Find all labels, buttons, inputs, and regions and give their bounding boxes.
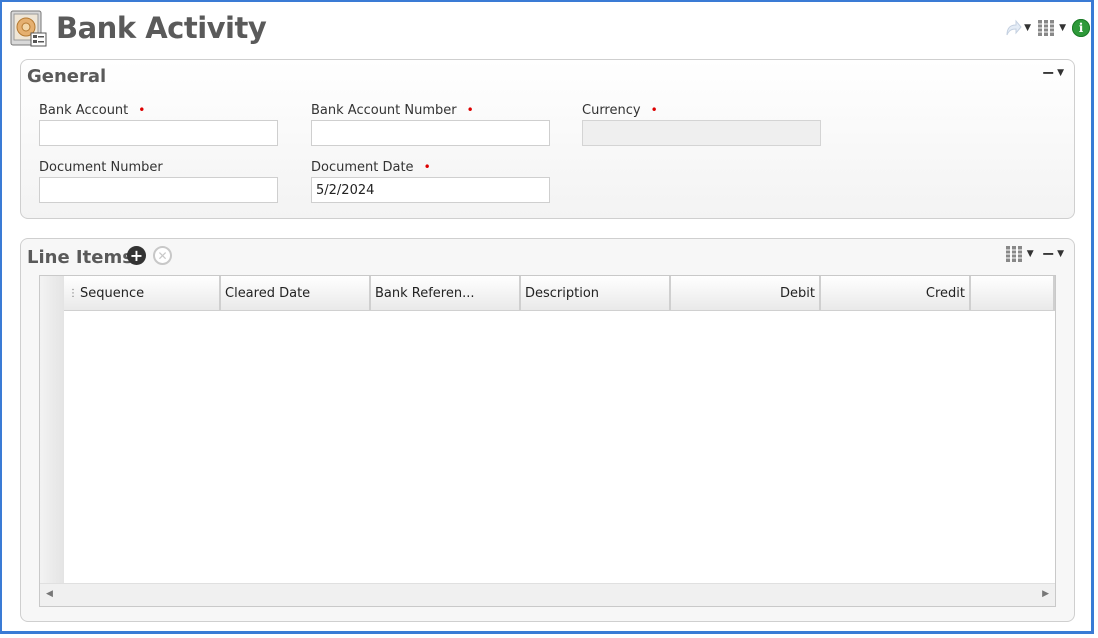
scroll-right-icon[interactable]: ▶ xyxy=(1042,589,1049,599)
bank-account-input[interactable] xyxy=(39,120,278,146)
bank-account-label: Bank Account • xyxy=(39,103,146,118)
line-items-tools: ▼ − ▼ xyxy=(1005,245,1064,263)
required-marker: • xyxy=(423,160,431,174)
horizontal-scrollbar[interactable]: ◀ ▶ xyxy=(40,583,1055,606)
columns-menu-button[interactable]: ▼ xyxy=(1037,19,1066,37)
chevron-down-icon: ▼ xyxy=(1026,249,1034,259)
document-number-label: Document Number xyxy=(39,160,163,175)
collapse-general-button[interactable]: − ▼ xyxy=(1041,63,1064,82)
scroll-left-icon[interactable]: ◀ xyxy=(46,589,53,599)
collapse-line-items-button[interactable]: − ▼ xyxy=(1041,244,1064,263)
column-header-credit[interactable]: Credit xyxy=(821,276,971,310)
grid-header: ⋮ Sequence Cleared Date Bank Referen... … xyxy=(64,276,1055,311)
drag-grip-icon: ⋮ xyxy=(68,287,78,299)
column-header-bank-reference[interactable]: Bank Referen... xyxy=(371,276,521,310)
column-header-description[interactable]: Description xyxy=(521,276,671,310)
bank-account-number-input[interactable] xyxy=(311,120,550,146)
document-number-input[interactable] xyxy=(39,177,278,203)
document-date-label: Document Date • xyxy=(311,160,431,175)
window-frame: Bank Activity ▼ ▼ i General − ▼ Bank Acc… xyxy=(0,0,1094,634)
chevron-down-icon: ▼ xyxy=(1024,23,1032,33)
required-marker: • xyxy=(466,103,474,117)
columns-grid-icon xyxy=(1005,246,1022,262)
line-items-columns-button[interactable]: ▼ xyxy=(1005,245,1034,263)
line-items-actions: + ✕ xyxy=(127,246,172,265)
line-items-title: Line Items xyxy=(27,247,133,268)
remove-circle-icon[interactable]: ✕ xyxy=(153,246,172,265)
grid-body xyxy=(64,311,1055,586)
page-title: Bank Activity xyxy=(56,11,267,45)
general-panel: General − ▼ Bank Account • Bank Account N… xyxy=(20,59,1075,219)
chevron-down-icon: ▼ xyxy=(1059,23,1066,33)
share-arrow-icon xyxy=(1006,19,1022,36)
line-items-panel: Line Items + ✕ ▼ − ▼ ⋮ Sequence Cleared … xyxy=(20,238,1075,622)
header-toolbar: ▼ ▼ i xyxy=(1004,16,1090,40)
bank-account-number-label: Bank Account Number • xyxy=(311,103,474,118)
document-date-input[interactable] xyxy=(311,177,550,203)
column-header-filler xyxy=(971,276,1055,310)
bank-vault-icon xyxy=(10,10,47,47)
currency-input xyxy=(582,120,821,146)
column-header-debit[interactable]: Debit xyxy=(671,276,821,310)
add-circle-icon[interactable]: + xyxy=(127,246,146,265)
currency-label: Currency • xyxy=(582,103,658,118)
share-menu-button[interactable]: ▼ xyxy=(1004,19,1031,37)
row-selector-column xyxy=(40,276,65,586)
general-panel-title: General xyxy=(27,66,107,87)
collapse-minus-icon: − xyxy=(1041,63,1056,82)
line-items-grid: ⋮ Sequence Cleared Date Bank Referen... … xyxy=(39,275,1056,607)
required-marker: • xyxy=(138,103,146,117)
collapse-minus-icon: − xyxy=(1041,244,1056,263)
column-header-sequence[interactable]: ⋮ Sequence xyxy=(64,276,221,310)
general-panel-tools: − ▼ xyxy=(1041,63,1064,82)
chevron-down-icon: ▼ xyxy=(1057,68,1064,78)
page-header: Bank Activity ▼ ▼ i xyxy=(10,10,1090,50)
chevron-down-icon: ▼ xyxy=(1057,249,1064,259)
info-icon[interactable]: i xyxy=(1072,19,1090,37)
required-marker: • xyxy=(650,103,658,117)
column-header-cleared-date[interactable]: Cleared Date xyxy=(221,276,371,310)
columns-grid-icon xyxy=(1038,20,1055,36)
